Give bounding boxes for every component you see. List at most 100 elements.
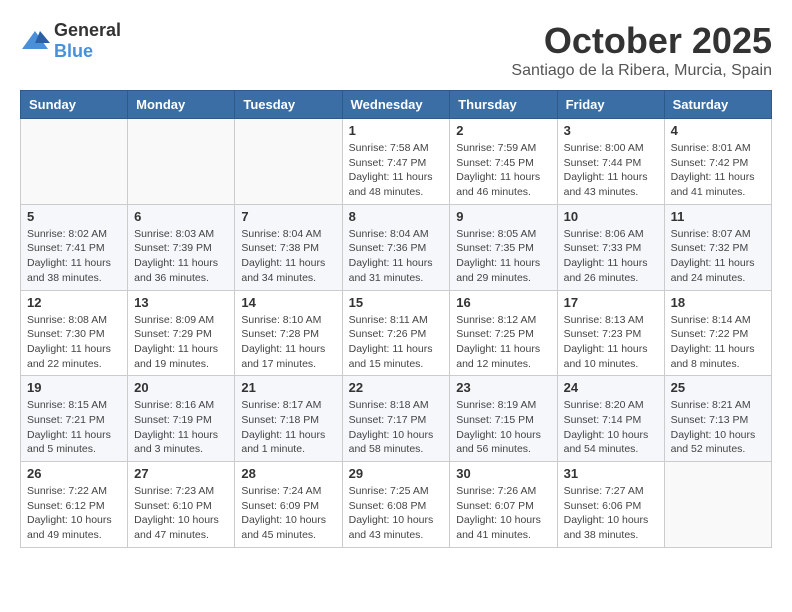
day-number: 2	[456, 123, 550, 138]
day-info: Sunrise: 8:07 AM Sunset: 7:32 PM Dayligh…	[671, 227, 765, 286]
calendar-cell: 23 Sunrise: 8:19 AM Sunset: 7:15 PM Dayli…	[450, 376, 557, 462]
day-info: Sunrise: 7:22 AM Sunset: 6:12 PM Dayligh…	[27, 484, 121, 543]
day-info: Sunrise: 8:05 AM Sunset: 7:35 PM Dayligh…	[456, 227, 550, 286]
calendar-cell: 27 Sunrise: 7:23 AM Sunset: 6:10 PM Dayli…	[128, 462, 235, 548]
calendar-week-row: 1Sunrise: 7:58 AM Sunset: 7:47 PM Daylig…	[21, 119, 772, 205]
day-number: 5	[27, 209, 121, 224]
calendar-cell: 13 Sunrise: 8:09 AM Sunset: 7:29 PM Dayli…	[128, 290, 235, 376]
location-title: Santiago de la Ribera, Murcia, Spain	[511, 62, 772, 80]
calendar-cell: 15Sunrise: 8:11 AM Sunset: 7:26 PM Dayli…	[342, 290, 450, 376]
day-number: 14	[241, 295, 335, 310]
logo-general: General	[54, 20, 121, 40]
day-info: Sunrise: 8:18 AM Sunset: 7:17 PM Dayligh…	[349, 398, 444, 457]
day-number: 8	[349, 209, 444, 224]
weekday-header: Tuesday	[235, 91, 342, 119]
day-info: Sunrise: 8:04 AM Sunset: 7:38 PM Dayligh…	[241, 227, 335, 286]
calendar-cell: 22 Sunrise: 8:18 AM Sunset: 7:17 PM Dayli…	[342, 376, 450, 462]
calendar-cell: 26 Sunrise: 7:22 AM Sunset: 6:12 PM Dayli…	[21, 462, 128, 548]
calendar-table: SundayMondayTuesdayWednesdayThursdayFrid…	[20, 90, 772, 548]
day-info: Sunrise: 7:23 AM Sunset: 6:10 PM Dayligh…	[134, 484, 228, 543]
day-number: 28	[241, 466, 335, 481]
day-info: Sunrise: 7:27 AM Sunset: 6:06 PM Dayligh…	[564, 484, 658, 543]
day-number: 11	[671, 209, 765, 224]
day-info: Sunrise: 8:01 AM Sunset: 7:42 PM Dayligh…	[671, 141, 765, 200]
weekday-header: Friday	[557, 91, 664, 119]
calendar-cell: 21 Sunrise: 8:17 AM Sunset: 7:18 PM Dayli…	[235, 376, 342, 462]
day-number: 21	[241, 380, 335, 395]
calendar-week-row: 5 Sunrise: 8:02 AM Sunset: 7:41 PM Daylig…	[21, 204, 772, 290]
calendar-cell: 14Sunrise: 8:10 AM Sunset: 7:28 PM Dayli…	[235, 290, 342, 376]
calendar-cell: 9 Sunrise: 8:05 AM Sunset: 7:35 PM Daylig…	[450, 204, 557, 290]
day-info: Sunrise: 7:26 AM Sunset: 6:07 PM Dayligh…	[456, 484, 550, 543]
calendar-cell: 16 Sunrise: 8:12 AM Sunset: 7:25 PM Dayli…	[450, 290, 557, 376]
logo-text: General Blue	[54, 20, 121, 62]
calendar-cell: 2Sunrise: 7:59 AM Sunset: 7:45 PM Daylig…	[450, 119, 557, 205]
day-number: 17	[564, 295, 658, 310]
day-number: 20	[134, 380, 228, 395]
month-title: October 2025	[511, 20, 772, 62]
day-number: 6	[134, 209, 228, 224]
logo: General Blue	[20, 20, 121, 62]
calendar-cell: 18Sunrise: 8:14 AM Sunset: 7:22 PM Dayli…	[664, 290, 771, 376]
calendar-cell: 29 Sunrise: 7:25 AM Sunset: 6:08 PM Dayli…	[342, 462, 450, 548]
day-info: Sunrise: 8:19 AM Sunset: 7:15 PM Dayligh…	[456, 398, 550, 457]
calendar-cell: 10 Sunrise: 8:06 AM Sunset: 7:33 PM Dayli…	[557, 204, 664, 290]
day-number: 22	[349, 380, 444, 395]
calendar-cell: 6 Sunrise: 8:03 AM Sunset: 7:39 PM Daylig…	[128, 204, 235, 290]
calendar-cell	[664, 462, 771, 548]
day-info: Sunrise: 8:04 AM Sunset: 7:36 PM Dayligh…	[349, 227, 444, 286]
day-info: Sunrise: 8:09 AM Sunset: 7:29 PM Dayligh…	[134, 313, 228, 372]
calendar-cell: 31 Sunrise: 7:27 AM Sunset: 6:06 PM Dayli…	[557, 462, 664, 548]
weekday-header: Wednesday	[342, 91, 450, 119]
day-info: Sunrise: 8:12 AM Sunset: 7:25 PM Dayligh…	[456, 313, 550, 372]
day-number: 30	[456, 466, 550, 481]
day-info: Sunrise: 8:16 AM Sunset: 7:19 PM Dayligh…	[134, 398, 228, 457]
calendar-cell: 1Sunrise: 7:58 AM Sunset: 7:47 PM Daylig…	[342, 119, 450, 205]
day-number: 13	[134, 295, 228, 310]
day-info: Sunrise: 8:21 AM Sunset: 7:13 PM Dayligh…	[671, 398, 765, 457]
calendar-cell: 17Sunrise: 8:13 AM Sunset: 7:23 PM Dayli…	[557, 290, 664, 376]
day-info: Sunrise: 8:17 AM Sunset: 7:18 PM Dayligh…	[241, 398, 335, 457]
day-number: 31	[564, 466, 658, 481]
day-number: 10	[564, 209, 658, 224]
day-info: Sunrise: 8:02 AM Sunset: 7:41 PM Dayligh…	[27, 227, 121, 286]
day-number: 26	[27, 466, 121, 481]
day-number: 16	[456, 295, 550, 310]
calendar-week-row: 12 Sunrise: 8:08 AM Sunset: 7:30 PM Dayli…	[21, 290, 772, 376]
day-number: 9	[456, 209, 550, 224]
calendar-cell: 7 Sunrise: 8:04 AM Sunset: 7:38 PM Daylig…	[235, 204, 342, 290]
day-number: 23	[456, 380, 550, 395]
day-number: 19	[27, 380, 121, 395]
day-info: Sunrise: 8:06 AM Sunset: 7:33 PM Dayligh…	[564, 227, 658, 286]
day-number: 29	[349, 466, 444, 481]
calendar-cell: 25Sunrise: 8:21 AM Sunset: 7:13 PM Dayli…	[664, 376, 771, 462]
header: General Blue October 2025 Santiago de la…	[20, 20, 772, 80]
day-info: Sunrise: 8:15 AM Sunset: 7:21 PM Dayligh…	[27, 398, 121, 457]
day-info: Sunrise: 7:25 AM Sunset: 6:08 PM Dayligh…	[349, 484, 444, 543]
weekday-header: Monday	[128, 91, 235, 119]
calendar-cell: 19 Sunrise: 8:15 AM Sunset: 7:21 PM Dayli…	[21, 376, 128, 462]
day-info: Sunrise: 8:11 AM Sunset: 7:26 PM Dayligh…	[349, 313, 444, 372]
day-number: 24	[564, 380, 658, 395]
weekday-header: Sunday	[21, 91, 128, 119]
day-info: Sunrise: 8:20 AM Sunset: 7:14 PM Dayligh…	[564, 398, 658, 457]
calendar-week-row: 19 Sunrise: 8:15 AM Sunset: 7:21 PM Dayli…	[21, 376, 772, 462]
calendar-cell	[21, 119, 128, 205]
calendar-cell: 30 Sunrise: 7:26 AM Sunset: 6:07 PM Dayli…	[450, 462, 557, 548]
day-number: 18	[671, 295, 765, 310]
day-number: 27	[134, 466, 228, 481]
day-info: Sunrise: 8:08 AM Sunset: 7:30 PM Dayligh…	[27, 313, 121, 372]
calendar-cell	[128, 119, 235, 205]
day-info: Sunrise: 8:03 AM Sunset: 7:39 PM Dayligh…	[134, 227, 228, 286]
title-area: October 2025 Santiago de la Ribera, Murc…	[511, 20, 772, 80]
logo-blue: Blue	[54, 41, 93, 61]
day-number: 12	[27, 295, 121, 310]
calendar-cell: 3Sunrise: 8:00 AM Sunset: 7:44 PM Daylig…	[557, 119, 664, 205]
calendar-cell: 5 Sunrise: 8:02 AM Sunset: 7:41 PM Daylig…	[21, 204, 128, 290]
day-number: 3	[564, 123, 658, 138]
day-number: 1	[349, 123, 444, 138]
day-number: 7	[241, 209, 335, 224]
calendar-cell: 12 Sunrise: 8:08 AM Sunset: 7:30 PM Dayli…	[21, 290, 128, 376]
calendar-header-row: SundayMondayTuesdayWednesdayThursdayFrid…	[21, 91, 772, 119]
day-info: Sunrise: 7:24 AM Sunset: 6:09 PM Dayligh…	[241, 484, 335, 543]
